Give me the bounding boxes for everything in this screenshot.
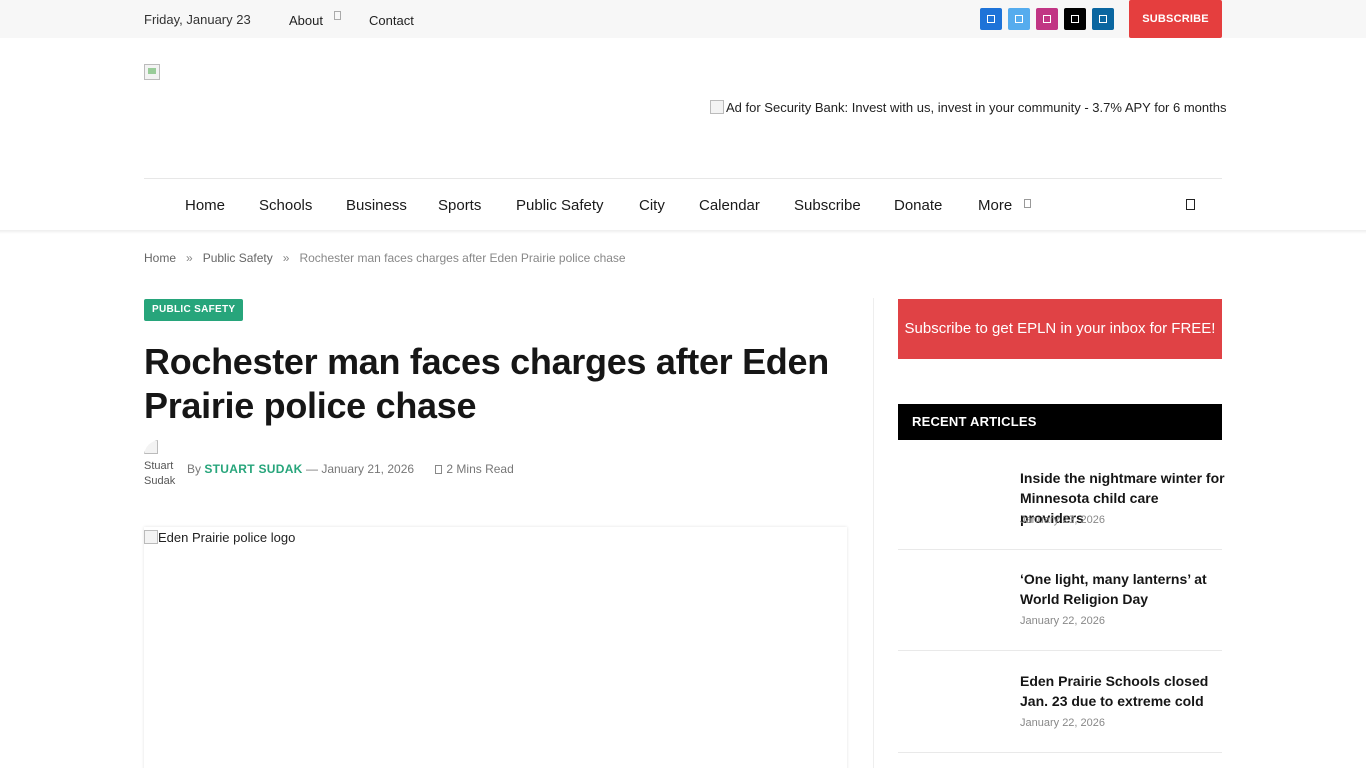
featured-image-alt: Eden Prairie police logo	[158, 530, 296, 545]
breadcrumb-separator: »	[282, 251, 290, 265]
recent-articles-heading: RECENT ARTICLES	[898, 404, 1222, 440]
author-avatar[interactable]: Stuart Sudak	[144, 440, 176, 496]
nav-item-city[interactable]: City	[639, 197, 665, 214]
header-ad[interactable]: Ad for Security Bank: Invest with us, in…	[710, 100, 1226, 115]
publish-date: January 21, 2026	[321, 462, 415, 476]
chevron-down-icon[interactable]	[334, 11, 341, 20]
date-separator: —	[305, 462, 318, 476]
breadcrumb-section[interactable]: Public Safety	[203, 251, 273, 265]
about-link[interactable]: About	[289, 13, 323, 28]
nav-item-schools[interactable]: Schools	[259, 197, 312, 214]
recent-article-date: January 22, 2026	[1020, 615, 1106, 627]
category-badge[interactable]: PUBLIC SAFETY	[144, 299, 244, 321]
search-icon[interactable]	[1186, 199, 1195, 210]
nav-item-subscribe[interactable]: Subscribe	[794, 197, 861, 214]
broken-image-icon	[710, 100, 724, 114]
breadcrumb-current: Rochester man faces charges after Eden P…	[299, 251, 626, 265]
newsletter-promo-banner[interactable]: Subscribe to get EPLN in your inbox for …	[898, 299, 1222, 359]
nav-item-calendar[interactable]: Calendar	[699, 197, 760, 214]
recent-article-date: January 23, 2026	[1020, 514, 1106, 526]
read-time: 2 Mins Read	[446, 462, 514, 476]
top-bar: Friday, January 23 About Contact SUBSCRI…	[0, 0, 1366, 38]
nav-item-home[interactable]: Home	[185, 197, 225, 214]
featured-image: Eden Prairie police logo	[144, 527, 847, 768]
linkedin-icon[interactable]	[1092, 8, 1114, 30]
byline-prefix: By	[187, 462, 202, 476]
contact-link[interactable]: Contact	[369, 13, 414, 28]
twitter-icon[interactable]	[1008, 8, 1030, 30]
facebook-icon[interactable]	[980, 8, 1002, 30]
broken-image-icon	[144, 530, 158, 544]
article-thumbnail[interactable]	[898, 671, 1006, 741]
site-logo[interactable]	[144, 64, 160, 80]
author-link[interactable]: STUART SUDAK	[204, 462, 302, 476]
nav-shadow	[0, 230, 1366, 234]
chevron-down-icon[interactable]	[1024, 199, 1031, 208]
list-divider	[898, 752, 1222, 753]
nav-item-business[interactable]: Business	[346, 197, 407, 214]
article-thumbnail[interactable]	[898, 468, 1006, 538]
list-divider	[898, 549, 1222, 550]
byline: By STUART SUDAK — January 21, 2026 2 Min…	[187, 462, 514, 476]
subscribe-button[interactable]: SUBSCRIBE	[1129, 0, 1222, 38]
nav-item-more[interactable]: More	[978, 197, 1012, 214]
recent-article-title[interactable]: ‘One light, many lanterns’ at World Reli…	[1020, 569, 1225, 609]
nav-item-sports[interactable]: Sports	[438, 197, 481, 214]
list-divider	[898, 650, 1222, 651]
article-thumbnail[interactable]	[898, 569, 1006, 639]
instagram-icon[interactable]	[1036, 8, 1058, 30]
column-divider	[873, 298, 874, 768]
nav-item-donate[interactable]: Donate	[894, 197, 942, 214]
current-date: Friday, January 23	[144, 12, 251, 27]
author-avatar-alt: Stuart Sudak	[144, 460, 176, 487]
breadcrumb-home[interactable]: Home	[144, 251, 176, 265]
nav-item-public-safety[interactable]: Public Safety	[516, 197, 604, 214]
article-title: Rochester man faces charges after Eden P…	[144, 341, 829, 426]
breadcrumb-separator: »	[186, 251, 193, 265]
broken-image-icon	[144, 440, 158, 454]
nav-divider	[144, 178, 1222, 179]
clock-icon	[435, 465, 443, 474]
recent-article-date: January 22, 2026	[1020, 717, 1106, 729]
ad-alt-text: Ad for Security Bank: Invest with us, in…	[726, 100, 1227, 115]
recent-article-title[interactable]: Eden Prairie Schools closed Jan. 23 due …	[1020, 671, 1225, 711]
breadcrumb: Home » Public Safety » Rochester man faces c…	[144, 251, 626, 265]
x-icon[interactable]	[1064, 8, 1086, 30]
